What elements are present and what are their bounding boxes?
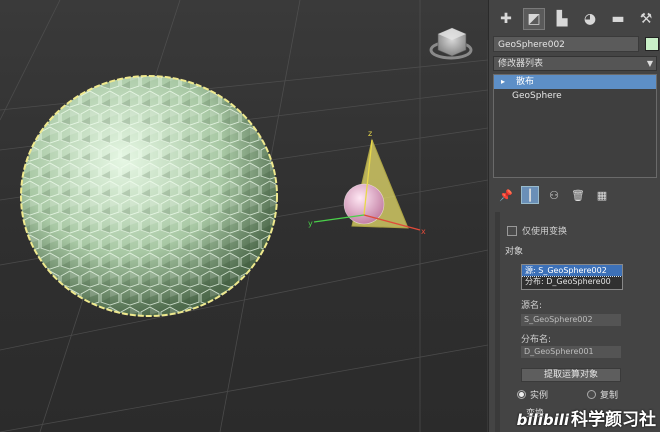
gizmo-y-label: y: [308, 219, 313, 228]
stack-toolbar: 📌 ┃ ⚇ 🗑 ▦: [497, 186, 611, 204]
objects-group-label: 对象: [505, 247, 524, 257]
stack-item-scatter[interactable]: ▸ 散布: [494, 75, 656, 89]
perspective-viewport[interactable]: z x y: [0, 0, 488, 432]
motion-icon[interactable]: ◕: [579, 8, 601, 30]
show-end-result-icon[interactable]: ┃: [521, 186, 539, 204]
create-icon[interactable]: ✚: [495, 8, 517, 30]
command-panel-tabs: ✚ ◩ ▙ ◕ ▬ ⚒: [495, 8, 657, 30]
utilities-icon[interactable]: ⚒: [635, 8, 657, 30]
bilibili-logo: bilibili: [516, 411, 569, 429]
distribution-name-field[interactable]: D_GeoSphere001: [521, 346, 621, 358]
source-name-field[interactable]: S_GeoSphere002: [521, 314, 621, 326]
distribution-sphere[interactable]: [343, 138, 409, 229]
make-unique-icon[interactable]: ⚇: [545, 186, 563, 204]
list-item[interactable]: 分布: D_GeoSphere00: [522, 276, 622, 287]
modifier-list-dropdown[interactable]: 修改器列表 ▼: [493, 56, 657, 71]
scatter-rollout: 仅使用变换 对象 源: S_GeoSphere002 分布: D_GeoSphe…: [493, 212, 657, 432]
list-item[interactable]: 源: S_GeoSphere002: [522, 265, 622, 277]
pin-stack-icon[interactable]: 📌: [497, 186, 515, 204]
transform-only-checkbox[interactable]: [507, 225, 517, 236]
stack-item-geosphere[interactable]: GeoSphere: [494, 89, 656, 103]
object-name-row: GeoSphere002: [493, 36, 659, 52]
transform-only-label: 仅使用变换: [522, 227, 568, 237]
stack-item-label: 散布: [516, 77, 535, 87]
chevron-down-icon: ▼: [646, 59, 653, 68]
viewport-scene: z x y: [0, 0, 488, 432]
instance-radio[interactable]: [517, 390, 526, 399]
object-name-field[interactable]: GeoSphere002: [493, 36, 639, 52]
transform-only-row[interactable]: 仅使用变换: [507, 224, 567, 237]
modifier-stack: ▸ 散布 GeoSphere: [493, 74, 657, 178]
distribution-name-label: 分布名:: [521, 335, 552, 345]
watermark: bilibili 科学颜习社: [517, 405, 656, 430]
app-root: z x y ✚ ◩ ▙ ◕ ▬ ⚒ GeoSphere002 修改器列表 ▼ ▸…: [0, 0, 660, 432]
copy-radio-label: 复制: [600, 391, 619, 401]
configure-modifier-sets-icon[interactable]: ▦: [593, 186, 611, 204]
watermark-text: 科学颜习社: [571, 410, 656, 430]
gizmo-z-label: z: [368, 129, 372, 138]
view-cube[interactable]: [429, 27, 473, 60]
panel-scrollbar[interactable]: [495, 212, 500, 432]
gizmo-x-label: x: [421, 227, 426, 236]
geosphere-scatter-object[interactable]: [20, 75, 278, 317]
modify-icon[interactable]: ◩: [523, 8, 545, 30]
source-name-label: 源名:: [521, 301, 543, 311]
command-panel: ✚ ◩ ▙ ◕ ▬ ⚒ GeoSphere002 修改器列表 ▼ ▸ 散布 Ge…: [488, 0, 660, 432]
hierarchy-icon[interactable]: ▙: [551, 8, 573, 30]
copy-radio[interactable]: [587, 390, 596, 399]
modifier-list-label: 修改器列表: [498, 59, 544, 69]
stack-item-label: GeoSphere: [512, 91, 562, 101]
extract-operand-button[interactable]: 提取运算对象: [521, 368, 621, 382]
display-icon[interactable]: ▬: [607, 8, 629, 30]
copy-radio-row[interactable]: 复制: [587, 388, 618, 401]
expand-triangle-icon[interactable]: ▸: [501, 75, 505, 89]
operand-list[interactable]: 源: S_GeoSphere002 分布: D_GeoSphere00: [521, 264, 623, 290]
instance-radio-label: 实例: [530, 391, 549, 401]
instance-radio-row[interactable]: 实例: [517, 388, 548, 401]
object-color-swatch[interactable]: [645, 37, 659, 51]
remove-modifier-icon[interactable]: 🗑: [569, 186, 587, 204]
